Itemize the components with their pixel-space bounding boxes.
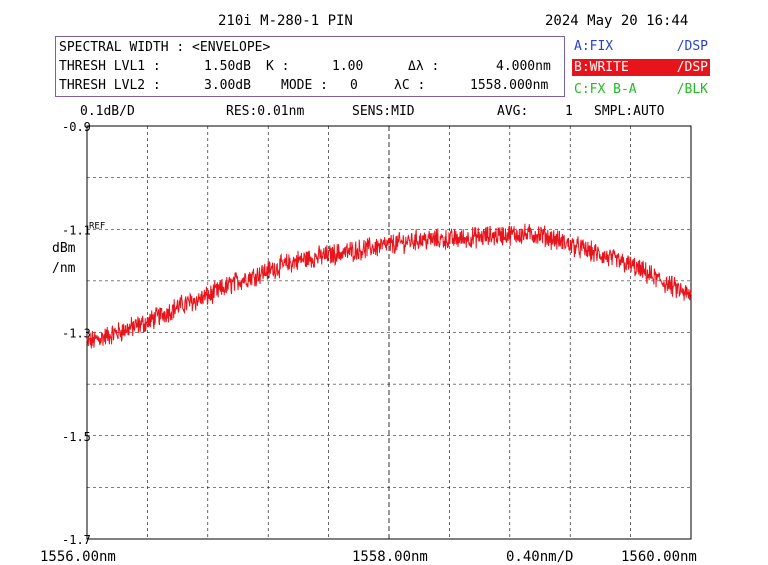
y-tick-label: -1.3 — [62, 327, 91, 341]
spectrum-chart: -0.9 -1.1 -1.3 -1.5 -1.7 REF dBm /nm 1556.00… — [40, 120, 697, 565]
y-tick-label: -1.7 — [62, 533, 91, 547]
y-unit-per-nm: /nm — [52, 261, 76, 276]
x-span-label: 0.40nm/D — [506, 549, 573, 565]
x-end-label: 1560.00nm — [621, 549, 697, 565]
y-tick-label: -1.1 — [62, 223, 91, 237]
chart-grid — [87, 126, 691, 539]
y-tick-label: -1.5 — [62, 430, 91, 444]
x-start-label: 1556.00nm — [40, 549, 116, 565]
y-unit-dbm: dBm — [52, 241, 76, 256]
ref-marker-label: REF — [89, 221, 105, 231]
x-center-label: 1558.00nm — [352, 549, 428, 565]
y-tick-label: -0.9 — [62, 120, 91, 134]
